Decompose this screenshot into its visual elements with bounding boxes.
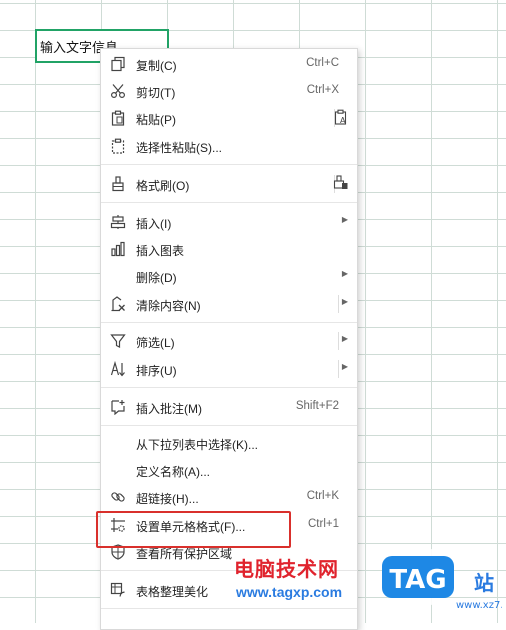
menu-item-define-name[interactable]: 定义名称(A)... [101, 457, 357, 483]
menu-item-sort[interactable]: 排序(U) ▶ [101, 356, 357, 382]
menu-item-delete[interactable]: 删除(D) ▶ [101, 263, 357, 289]
format-painter-icon[interactable] [333, 175, 351, 193]
watermark-url: www.tagxp.com [236, 584, 343, 600]
watermark-logo-text: TAG [389, 565, 446, 595]
menu-label: 表格整理美化 [136, 585, 209, 599]
filter-icon [109, 332, 127, 350]
menu-label: 格式刷(O) [136, 179, 190, 193]
menu-separator [101, 608, 357, 609]
bar-chart-icon [109, 240, 127, 258]
menu-label: 删除(D) [136, 271, 177, 285]
watermark-suffix: 站 [474, 571, 494, 595]
menu-item-filter[interactable]: 筛选(L) ▶ [101, 328, 357, 354]
menu-label: 定义名称(A)... [136, 465, 210, 479]
menu-label: 插入(I) [136, 217, 172, 231]
menu-separator [101, 425, 357, 426]
menu-label: 清除内容(N) [136, 299, 201, 313]
menu-shortcut: Shift+F2 [295, 400, 339, 412]
paste-special-icon [109, 137, 127, 155]
menu-label: 从下拉列表中选择(K)... [136, 438, 258, 452]
submenu-arrow-icon: ▶ [341, 269, 348, 278]
scissors-icon [109, 82, 127, 100]
watermark-tag-logo: TAG 站 www.xz7.com [382, 546, 502, 611]
menu-label: 筛选(L) [136, 336, 175, 350]
menu-item-paste-special[interactable]: 选择性粘贴(S)... [101, 133, 357, 159]
menu-item-paste[interactable]: 粘贴(P) A [101, 105, 357, 131]
menu-item-format-painter[interactable]: 格式刷(O) [101, 171, 357, 197]
insert-icon [109, 213, 127, 231]
menu-label: 剪切(T) [136, 86, 176, 100]
menu-divider [338, 295, 339, 313]
sort-icon [109, 360, 127, 378]
submenu-arrow-icon: ▶ [341, 297, 348, 306]
menu-item-cut[interactable]: 剪切(T) Ctrl+X [101, 78, 357, 104]
menu-item-pick-from-list[interactable]: 从下拉列表中选择(K)... [101, 430, 357, 456]
menu-item-insert[interactable]: 插入(I) ▶ [101, 209, 357, 235]
watermark-suffix-url: www.xz7.com [456, 600, 502, 611]
menu-label: 插入图表 [136, 244, 185, 258]
menu-label: 选择性粘贴(S)... [136, 141, 222, 155]
link-icon [109, 488, 127, 506]
menu-separator [101, 387, 357, 388]
menu-separator [101, 322, 357, 323]
menu-item-copy[interactable]: 复制(C) Ctrl+C [101, 51, 357, 77]
menu-shortcut: Ctrl+K [306, 490, 339, 502]
menu-item-hyperlink[interactable]: 超链接(H)... Ctrl+K [101, 484, 357, 510]
eraser-icon [109, 295, 127, 313]
submenu-arrow-icon: ▶ [341, 334, 348, 343]
paste-icon [109, 109, 127, 127]
submenu-arrow-icon: ▶ [341, 362, 348, 371]
menu-label: 复制(C) [136, 59, 177, 73]
menu-separator [101, 164, 357, 165]
menu-separator [101, 202, 357, 203]
menu-divider [338, 332, 339, 350]
menu-shortcut: Ctrl+X [306, 84, 339, 96]
menu-divider [338, 360, 339, 378]
menu-label: 插入批注(M) [136, 402, 202, 416]
menu-label: 超链接(H)... [136, 492, 199, 506]
comment-icon [109, 398, 127, 416]
brush-icon [109, 175, 127, 193]
menu-item-insert-comment[interactable]: 插入批注(M) Shift+F2 [101, 394, 357, 420]
menu-item-clear-content[interactable]: 清除内容(N) ▶ [101, 291, 357, 317]
menu-shortcut: Ctrl+1 [308, 518, 339, 530]
menu-label: 排序(U) [136, 364, 177, 378]
menu-item-insert-chart[interactable]: 插入图表 [101, 236, 357, 262]
copy-icon [109, 55, 127, 73]
svg-text:A: A [340, 116, 346, 125]
menu-shortcut: Ctrl+C [306, 57, 339, 69]
watermark-text: 电脑技术网 [234, 559, 339, 581]
table-beautify-icon [109, 581, 127, 599]
menu-label: 粘贴(P) [136, 113, 176, 127]
format-cells-highlight-box [96, 511, 291, 548]
paste-text-only-icon[interactable]: A [333, 109, 351, 127]
submenu-arrow-icon: ▶ [341, 215, 348, 224]
